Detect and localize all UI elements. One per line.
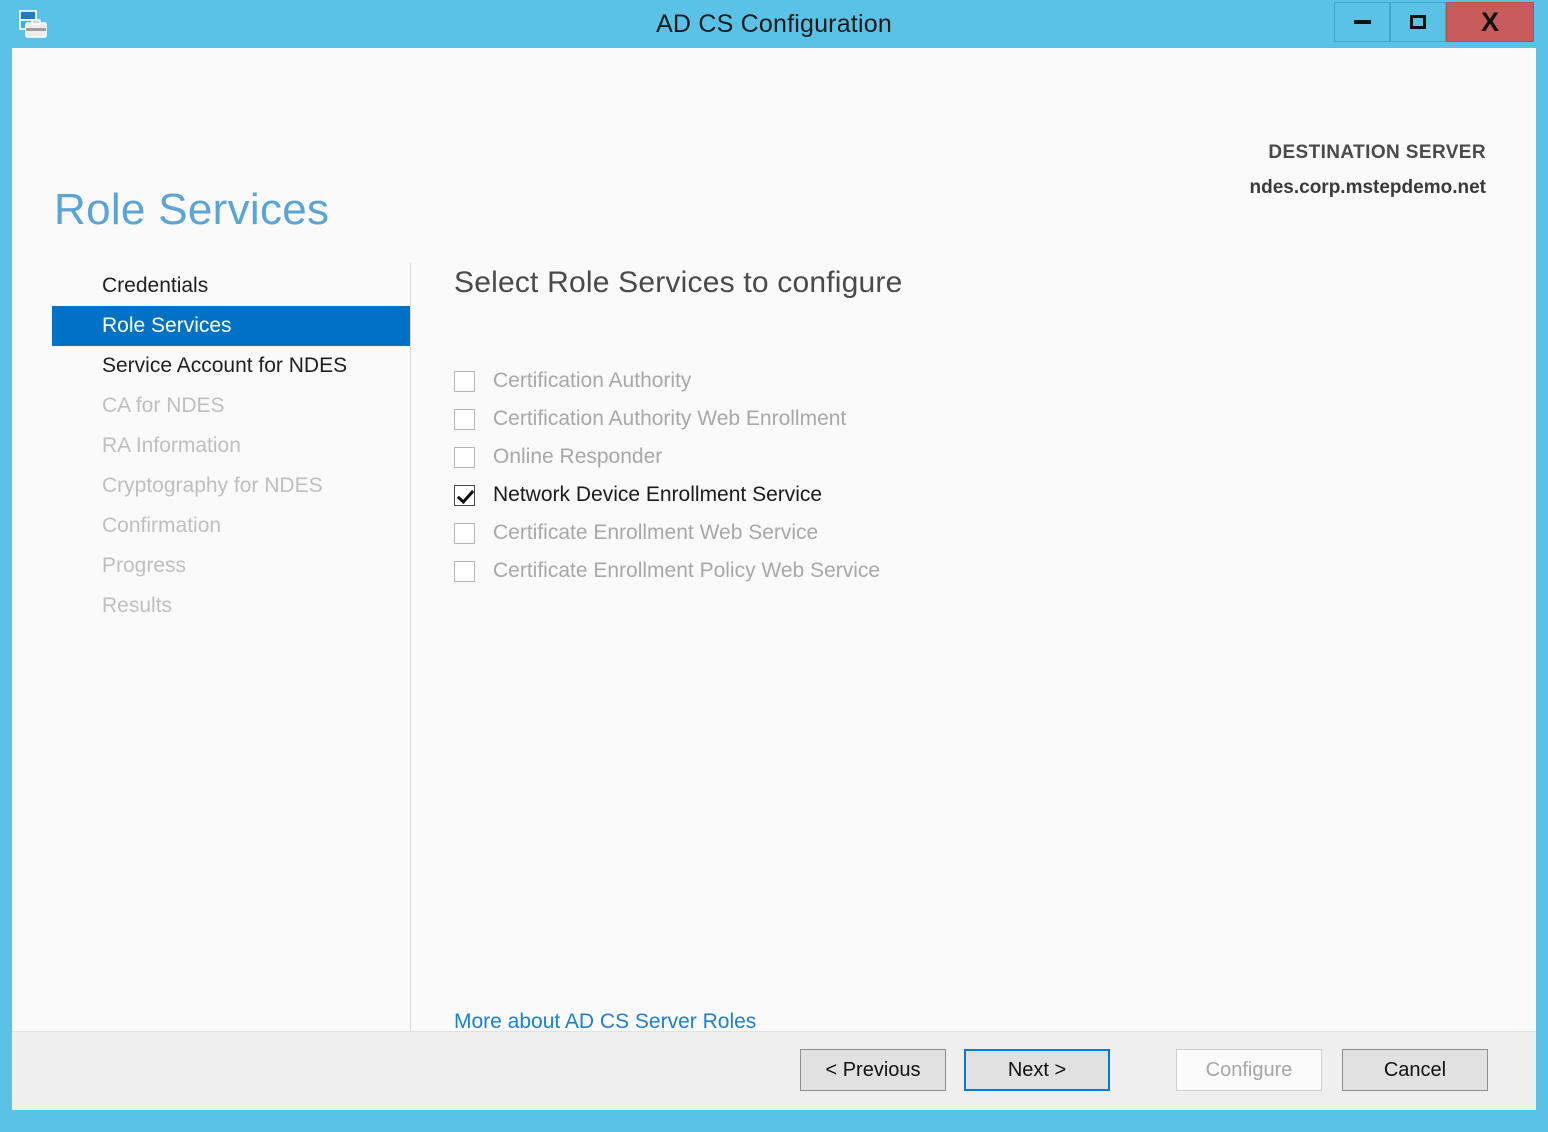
next-button[interactable]: Next > [964,1049,1110,1091]
sidebar-item-label: Results [102,594,172,617]
dialog-client-area: Role Services DESTINATION SERVER ndes.co… [12,48,1536,1110]
cancel-button[interactable]: Cancel [1342,1049,1488,1091]
sidebar-item-progress: Progress [52,546,410,586]
configure-button: Configure [1176,1049,1322,1091]
maximize-icon [1410,15,1426,29]
minimize-icon [1354,20,1371,24]
checkbox-certificate-enrollment-policy-web-service [454,561,475,582]
checkbox-certificate-enrollment-web-service [454,523,475,544]
sidebar-item-role-services[interactable]: Role Services [52,306,410,346]
content-heading: Select Role Services to configure [454,266,1494,300]
checkbox-certification-authority-web-enrollment [454,409,475,430]
dialog-footer: < Previous Next > Configure Cancel [12,1031,1536,1110]
sidebar-item-label: Confirmation [102,514,221,537]
sidebar-item-credentials[interactable]: Credentials [52,266,410,306]
maximize-button[interactable] [1390,2,1446,42]
role-service-row-certification-authority: Certification Authority [454,362,1494,400]
sidebar-item-label: RA Information [102,434,241,457]
sidebar-item-ra-information: RA Information [52,426,410,466]
title-bar: AD CS Configuration X [0,0,1548,48]
sidebar-item-confirmation: Confirmation [52,506,410,546]
role-service-row-network-device-enrollment-service[interactable]: Network Device Enrollment Service [454,476,1494,514]
role-service-row-certificate-enrollment-web-service: Certificate Enrollment Web Service [454,514,1494,552]
previous-button[interactable]: < Previous [800,1049,946,1091]
destination-server-name: ndes.corp.mstepdemo.net [1250,177,1487,199]
sidebar-content-divider [410,263,411,1045]
sidebar-item-label: Cryptography for NDES [102,474,323,497]
role-service-label: Network Device Enrollment Service [493,483,822,507]
role-service-label: Certification Authority Web Enrollment [493,407,846,431]
minimize-button[interactable] [1334,2,1390,42]
destination-server-block: DESTINATION SERVER ndes.corp.mstepdemo.n… [1250,142,1487,199]
window-title: AD CS Configuration [0,0,1548,48]
destination-server-label: DESTINATION SERVER [1250,142,1487,164]
page-title: Role Services [54,185,329,235]
checkbox-certification-authority [454,371,475,392]
role-service-label: Certificate Enrollment Policy Web Servic… [493,559,880,583]
sidebar-item-label: CA for NDES [102,394,225,417]
sidebar-item-ca-for-ndes: CA for NDES [52,386,410,426]
role-service-label: Certificate Enrollment Web Service [493,521,818,545]
sidebar-item-service-account-for-ndes[interactable]: Service Account for NDES [52,346,410,386]
sidebar-item-label: Credentials [102,274,208,297]
role-service-row-certification-authority-web-enrollment: Certification Authority Web Enrollment [454,400,1494,438]
content-pane: Select Role Services to configure Certif… [454,266,1494,590]
sidebar-item-results: Results [52,586,410,626]
close-button[interactable]: X [1446,2,1534,42]
role-service-row-certificate-enrollment-policy-web-service: Certificate Enrollment Policy Web Servic… [454,552,1494,590]
wizard-steps-sidebar: Credentials Role Services Service Accoun… [52,266,410,626]
sidebar-item-label: Progress [102,554,186,577]
role-services-checkbox-list: Certification Authority Certification Au… [454,362,1494,590]
role-service-label: Certification Authority [493,369,691,393]
close-icon: X [1481,9,1499,36]
sidebar-item-label: Role Services [102,314,232,337]
sidebar-item-label: Service Account for NDES [102,354,347,377]
checkbox-network-device-enrollment-service[interactable] [454,485,475,506]
role-service-label: Online Responder [493,445,662,469]
role-service-row-online-responder: Online Responder [454,438,1494,476]
checkbox-online-responder [454,447,475,468]
ad-cs-configuration-window: AD CS Configuration X Role Services DEST… [0,0,1548,1132]
sidebar-item-cryptography-for-ndes: Cryptography for NDES [52,466,410,506]
